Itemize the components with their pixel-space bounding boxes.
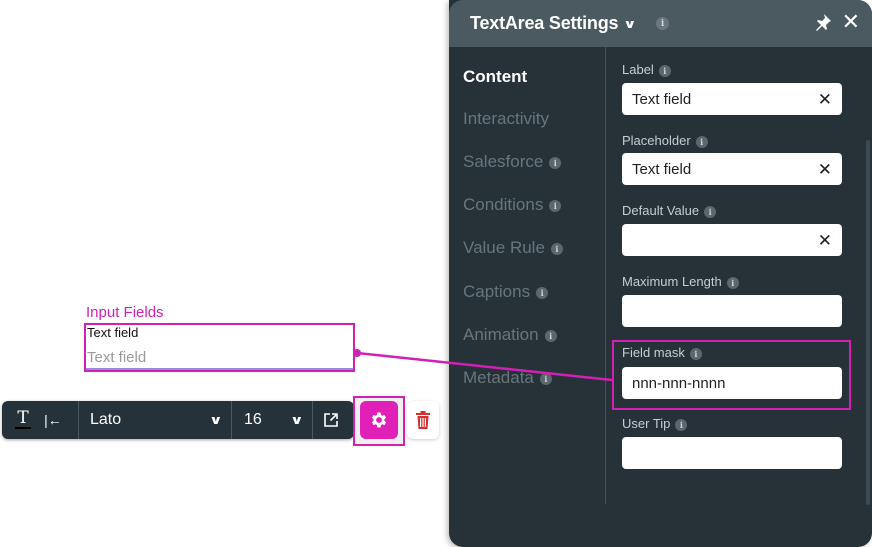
trash-icon [416, 411, 430, 429]
label-input-value: Text field [632, 90, 692, 108]
input-field-preview[interactable]: Text field Text field [84, 323, 355, 372]
info-icon[interactable]: i [549, 156, 562, 169]
nav-item-label: Captions [463, 282, 531, 301]
placeholder-input-value: Text field [632, 160, 692, 178]
preview-label: Text field [87, 325, 139, 340]
nav-item-salesforce[interactable]: Salesforce i [463, 152, 562, 172]
field-label-text: Placeholder [622, 133, 691, 148]
font-family-select[interactable]: Lato ∨ [79, 401, 232, 439]
nav-item-captions[interactable]: Captions i [463, 282, 549, 302]
clear-icon[interactable]: ✕ [818, 161, 832, 178]
field-mask-input-value: nnn-nnn-nnnn [632, 374, 726, 392]
title-dropdown-chevron-icon[interactable]: ∨ [623, 17, 637, 31]
nav-item-label: Animation [463, 325, 539, 344]
info-icon[interactable]: i [539, 372, 552, 385]
close-icon[interactable]: ✕ [842, 11, 860, 33]
preview-underline [86, 368, 353, 370]
field-label-text: Default Value [622, 203, 700, 218]
preview-placeholder: Text field [87, 349, 147, 366]
placeholder-field-label: Placeholder i [622, 133, 708, 148]
panel-header: TextArea Settings ∨ i ✕ [449, 0, 872, 47]
label-field-label: Label i [622, 62, 671, 77]
info-icon[interactable]: i [675, 418, 688, 431]
info-icon[interactable]: i [656, 17, 670, 30]
user-tip-field-label: User Tip i [622, 416, 688, 431]
element-toolbar: T |← Lato ∨ 16 ∨ [2, 401, 354, 439]
info-icon[interactable]: i [658, 64, 671, 77]
info-icon[interactable]: i [544, 329, 557, 342]
info-icon[interactable]: i [550, 242, 563, 255]
text-style-glyph: T [17, 408, 29, 428]
field-mask-field-label: Field mask i [622, 345, 702, 360]
max-length-input[interactable] [622, 295, 842, 327]
nav-item-label: Value Rule [463, 238, 545, 257]
info-icon[interactable]: i [704, 205, 717, 218]
label-input[interactable]: Text field ✕ [622, 83, 842, 115]
field-label-text: Label [622, 62, 654, 77]
settings-nav: Content Interactivity Salesforce i Condit… [449, 47, 605, 547]
field-label-text: Field mask [622, 345, 685, 360]
nav-item-label: Salesforce [463, 152, 544, 171]
chevron-down-icon: ∨ [290, 413, 304, 427]
default-value-input[interactable]: ✕ [622, 224, 842, 256]
nav-item-content[interactable]: Content [463, 67, 527, 87]
nav-divider [605, 47, 606, 504]
nav-item-metadata[interactable]: Metadata i [463, 368, 552, 388]
font-size-select[interactable]: 16 ∨ [232, 401, 313, 439]
nav-item-value-rule[interactable]: Value Rule i [463, 238, 563, 258]
panel-scrollbar[interactable] [866, 140, 870, 505]
user-tip-input[interactable] [622, 437, 842, 469]
placeholder-input[interactable]: Text field ✕ [622, 153, 842, 185]
open-external-button[interactable] [313, 401, 349, 439]
nav-item-animation[interactable]: Animation i [463, 325, 557, 345]
text-style-icon[interactable]: T [8, 408, 38, 429]
info-icon[interactable]: i [726, 276, 739, 289]
settings-button[interactable] [360, 401, 398, 439]
default-value-field-label: Default Value i [622, 203, 717, 218]
nav-item-conditions[interactable]: Conditions i [463, 195, 562, 215]
annotation-title: Input Fields [86, 304, 164, 321]
textarea-settings-panel: TextArea Settings ∨ i ✕ Content Interact… [449, 0, 872, 547]
info-icon[interactable]: i [695, 135, 708, 148]
delete-button[interactable] [407, 401, 439, 439]
nav-item-label: Conditions [463, 195, 544, 214]
clear-icon[interactable]: ✕ [818, 232, 832, 249]
info-icon[interactable]: i [536, 286, 549, 299]
field-mask-input[interactable]: nnn-nnn-nnnn [622, 367, 842, 399]
info-icon[interactable]: i [549, 199, 562, 212]
nav-item-label: Metadata [463, 368, 534, 387]
panel-title: TextArea Settings [470, 13, 619, 33]
text-color-underline [15, 427, 31, 429]
external-link-icon [324, 413, 338, 427]
gear-icon [371, 412, 387, 428]
nav-item-interactivity[interactable]: Interactivity [463, 109, 549, 129]
indent-icon[interactable]: |← [38, 412, 68, 428]
text-tools-group: T |← [2, 401, 79, 439]
chevron-down-icon: ∨ [209, 413, 223, 427]
info-icon[interactable]: i [689, 347, 702, 360]
font-family-value: Lato [90, 411, 122, 428]
field-label-text: Maximum Length [622, 274, 722, 289]
field-label-text: User Tip [622, 416, 671, 431]
font-size-value: 16 [244, 411, 262, 428]
nav-item-label: Interactivity [463, 109, 549, 128]
pin-icon[interactable] [814, 13, 832, 31]
max-length-field-label: Maximum Length i [622, 274, 739, 289]
clear-icon[interactable]: ✕ [818, 91, 832, 108]
nav-item-label: Content [463, 67, 528, 86]
